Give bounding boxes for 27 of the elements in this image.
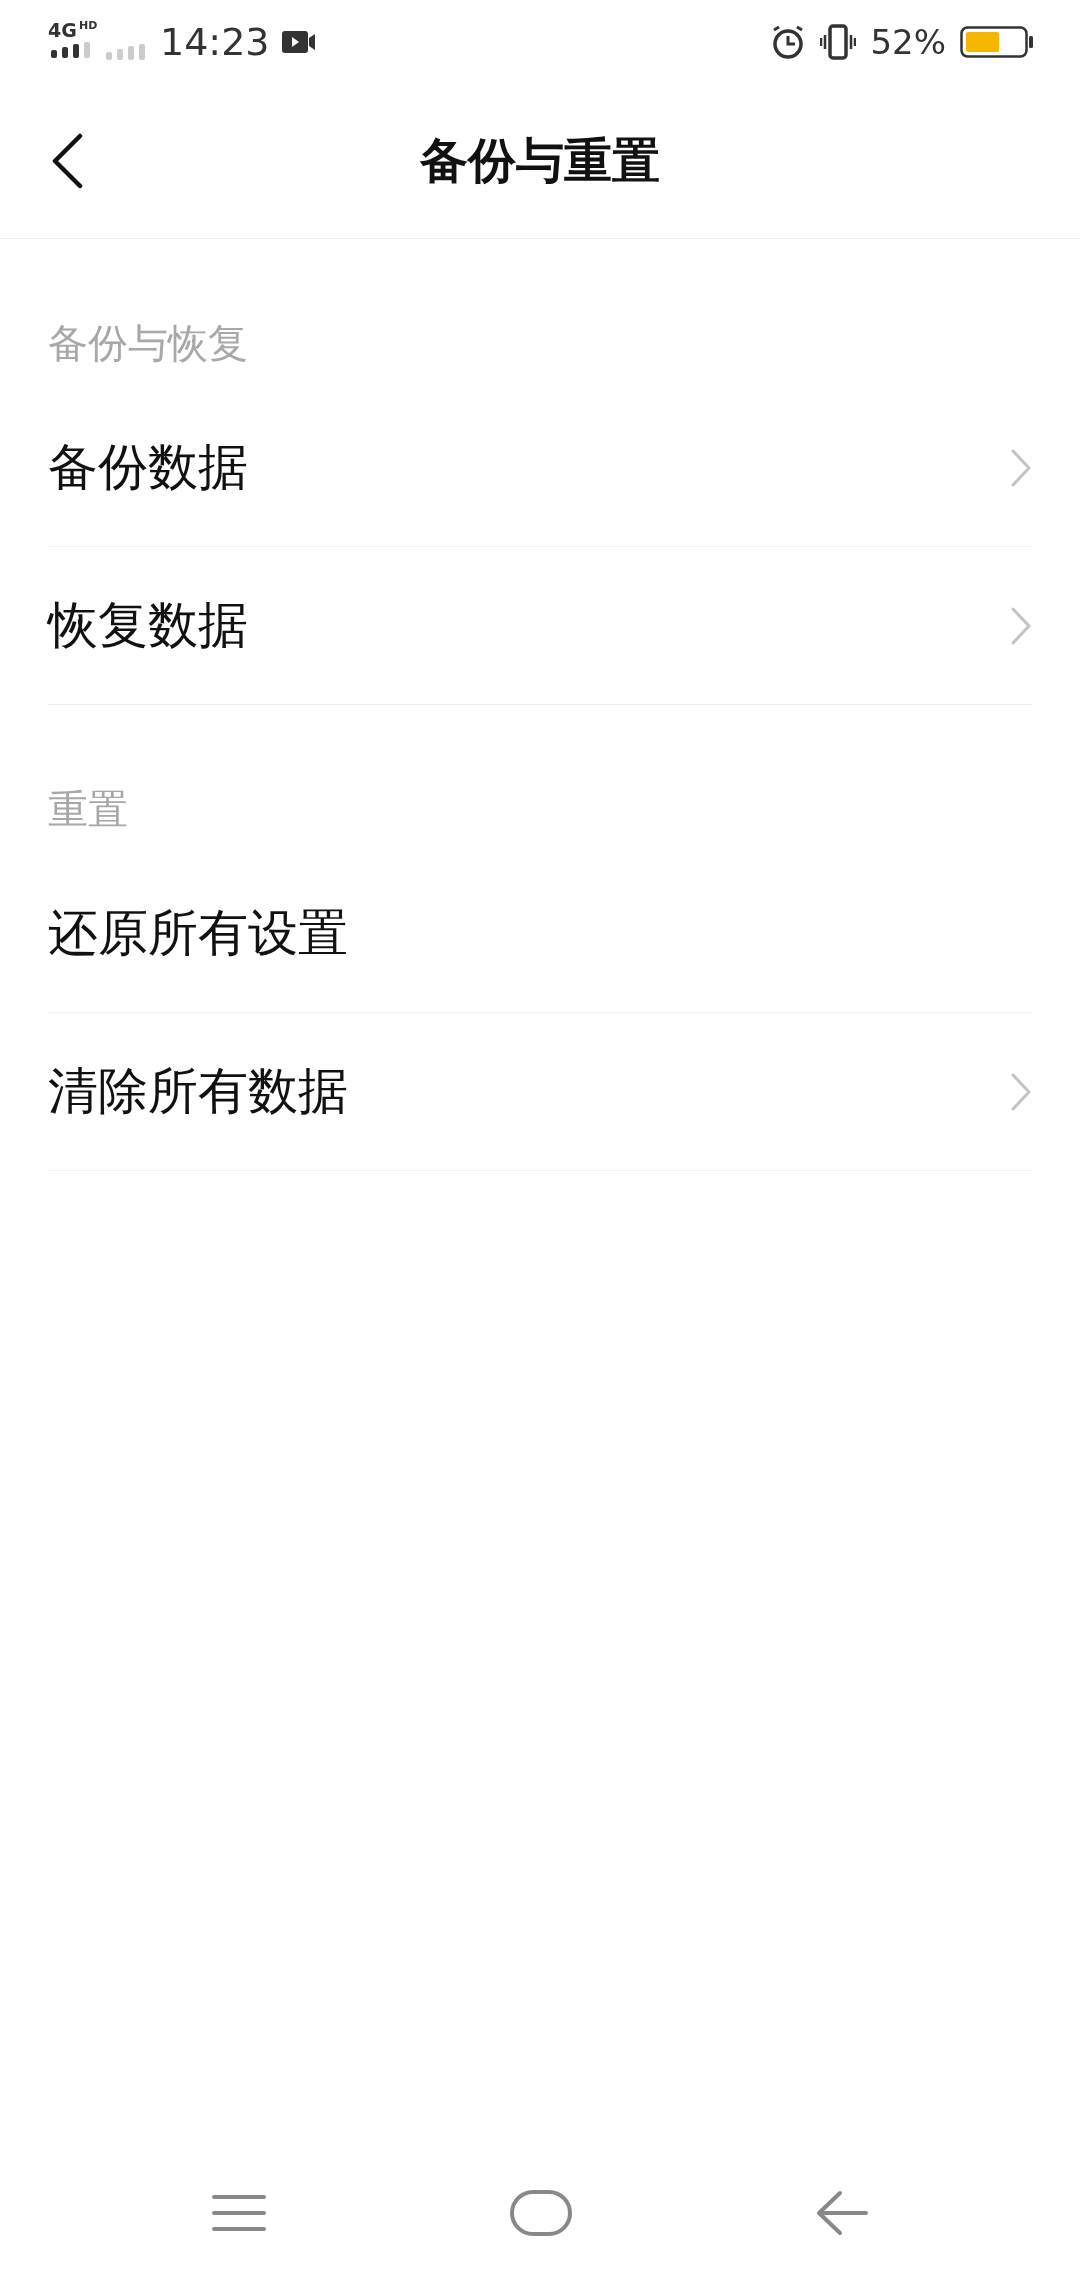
menu-button[interactable] [212, 2194, 266, 2232]
settings-row[interactable]: 备份数据 [48, 389, 1032, 547]
battery-icon [960, 26, 1034, 58]
clock-time: 14:23 [160, 20, 270, 64]
back-nav-button[interactable] [816, 2190, 868, 2236]
home-button[interactable] [510, 2190, 572, 2236]
video-camera-icon [281, 31, 316, 53]
network-type: 4G [48, 19, 77, 41]
settings-row[interactable]: 清除所有数据 [48, 1013, 1032, 1171]
back-icon [50, 133, 84, 189]
home-icon [510, 2190, 572, 2236]
section-title: 备份与恢复 [48, 319, 248, 368]
signal-icon [51, 42, 93, 58]
battery-percentage: 52% [870, 22, 946, 62]
menu-icon [212, 2194, 266, 2232]
row-label: 恢复数据 [48, 595, 249, 656]
vibrate-icon [820, 24, 857, 60]
settings-row[interactable]: 恢复数据 [48, 547, 1032, 705]
page-title: 备份与重置 [420, 131, 660, 190]
back-arrow-icon [816, 2190, 868, 2236]
settings-row[interactable]: 还原所有设置 [48, 855, 1032, 1013]
row-label: 清除所有数据 [48, 1061, 349, 1122]
network-hd-label: HD [79, 19, 98, 32]
row-label: 还原所有设置 [48, 903, 349, 964]
signal-icon [106, 44, 148, 60]
row-label: 备份数据 [48, 437, 249, 498]
section-title: 重置 [48, 785, 128, 834]
